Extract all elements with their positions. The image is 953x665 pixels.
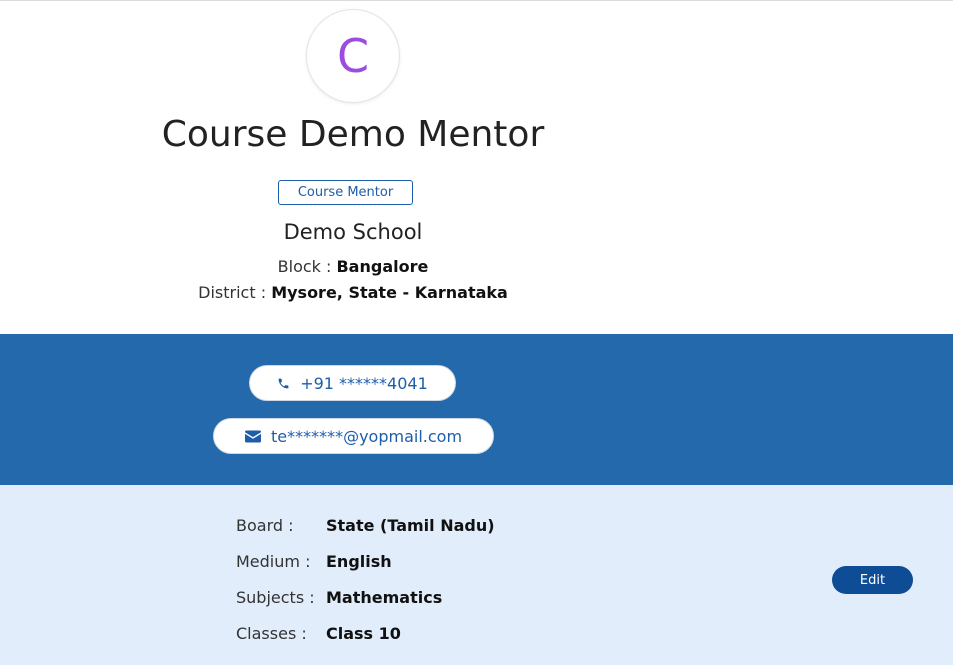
avatar-initial: C <box>336 29 370 83</box>
email-pill[interactable]: te*******@yopmail.com <box>213 418 494 454</box>
district-line: District : Mysore, State - Karnataka <box>0 283 706 302</box>
role-badge: Course Mentor <box>278 180 413 205</box>
avatar: C <box>307 10 399 102</box>
block-label: Block : <box>277 257 332 276</box>
contact-section: +91 ******4041 te*******@yopmail.com <box>0 334 953 485</box>
classes-value: Class 10 <box>326 624 401 643</box>
subjects-value: Mathematics <box>326 588 443 607</box>
medium-value: English <box>326 552 392 571</box>
edit-button[interactable]: Edit <box>832 566 913 594</box>
district-value: Mysore, State - Karnataka <box>271 283 508 302</box>
envelope-icon <box>244 430 261 442</box>
phone-icon <box>278 378 289 388</box>
board-value: State (Tamil Nadu) <box>326 516 495 535</box>
block-line: Block : Bangalore <box>0 257 706 276</box>
phone-number: +91 ******4041 <box>300 373 428 393</box>
district-label: District : <box>198 283 267 302</box>
medium-label: Medium : <box>236 552 311 571</box>
details-section <box>0 485 953 665</box>
email-address: te*******@yopmail.com <box>270 426 463 446</box>
board-label: Board : <box>236 516 294 535</box>
classes-label: Classes : <box>236 624 307 643</box>
profile-name: Course Demo Mentor <box>161 114 545 155</box>
school-name: Demo School <box>283 220 423 244</box>
phone-pill[interactable]: +91 ******4041 <box>249 365 456 401</box>
block-value: Bangalore <box>336 257 429 276</box>
top-divider <box>0 0 953 1</box>
subjects-label: Subjects : <box>236 588 315 607</box>
